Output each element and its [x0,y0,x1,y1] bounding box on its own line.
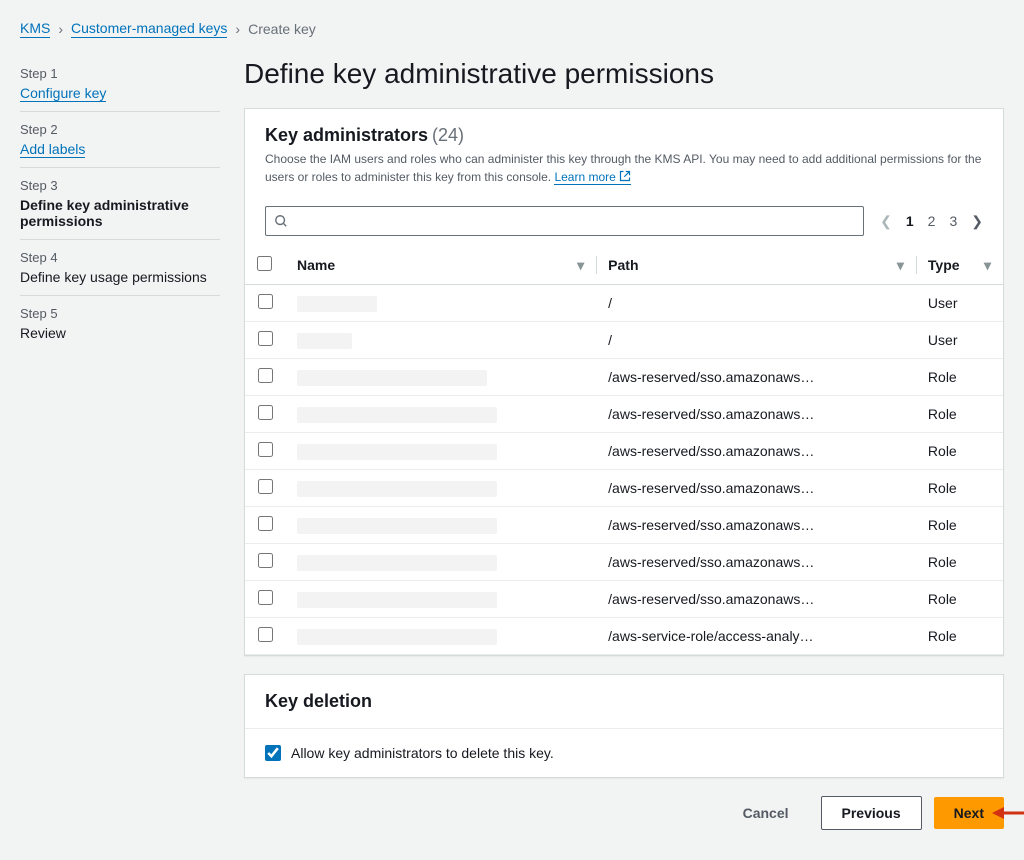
row-path: /aws-reserved/sso.amazonaws… [596,507,916,544]
row-type: Role [916,581,1003,618]
step-4-title: Define key usage permissions [20,269,220,285]
table-row: /aws-reserved/sso.amazonaws…Role [245,544,1003,581]
page-3[interactable]: 3 [949,213,957,229]
chevron-right-icon: › [235,21,240,37]
key-deletion-panel: Key deletion Allow key administrators to… [244,674,1004,778]
row-path: /aws-service-role/access-analy… [596,618,916,655]
breadcrumb: KMS › Customer-managed keys › Create key [20,10,1004,48]
row-type: Role [916,359,1003,396]
row-checkbox[interactable] [258,368,273,383]
step-5-label: Step 5 [20,306,220,321]
row-name-redacted [297,370,487,386]
row-type: Role [916,470,1003,507]
row-path: / [596,285,916,322]
row-checkbox[interactable] [258,405,273,420]
page-next[interactable]: ❯ [971,213,983,230]
table-row: /aws-reserved/sso.amazonaws…Role [245,396,1003,433]
step-3-title: Define key administrative permissions [20,197,220,229]
row-name-redacted [297,444,497,460]
breadcrumb-kms[interactable]: KMS [20,20,50,38]
table-row: /aws-reserved/sso.amazonaws…Role [245,433,1003,470]
panel-count: (24) [432,125,464,145]
row-name-redacted [297,407,497,423]
sort-icon: ▾ [897,257,904,274]
select-all-checkbox[interactable] [257,256,272,271]
row-name-redacted [297,481,497,497]
row-name-redacted [297,592,497,608]
row-path: /aws-reserved/sso.amazonaws… [596,544,916,581]
step-2-link[interactable]: Add labels [20,141,85,158]
pagination: ❮ 1 2 3 ❯ [880,213,983,230]
previous-button[interactable]: Previous [821,796,922,830]
row-checkbox[interactable] [258,627,273,642]
breadcrumb-current: Create key [248,21,316,37]
row-path: /aws-reserved/sso.amazonaws… [596,581,916,618]
page-prev[interactable]: ❮ [880,213,892,230]
key-administrators-panel: Key administrators (24) Choose the IAM u… [244,108,1004,656]
chevron-right-icon: › [58,21,63,37]
table-row: /aws-service-role/access-analy…Role [245,618,1003,655]
annotation-arrow-icon [992,803,1024,823]
row-type: Role [916,544,1003,581]
table-row: /aws-reserved/sso.amazonaws…Role [245,359,1003,396]
row-checkbox[interactable] [258,553,273,568]
row-type: Role [916,396,1003,433]
row-checkbox[interactable] [258,442,273,457]
page-2[interactable]: 2 [928,213,936,229]
sort-icon: ▾ [984,257,991,274]
row-path: /aws-reserved/sso.amazonaws… [596,359,916,396]
key-deletion-title: Key deletion [265,691,983,712]
breadcrumb-cmk[interactable]: Customer-managed keys [71,20,227,38]
search-icon [274,214,288,228]
page-title: Define key administrative permissions [244,58,1004,90]
step-4-label: Step 4 [20,250,220,265]
row-name-redacted [297,296,377,312]
learn-more-link[interactable]: Learn more [554,170,631,185]
step-1-label: Step 1 [20,66,220,81]
panel-title: Key administrators [265,125,428,145]
row-name-redacted [297,555,497,571]
allow-delete-checkbox[interactable] [265,745,281,761]
col-path[interactable]: Path▾ [596,246,916,285]
row-path: /aws-reserved/sso.amazonaws… [596,396,916,433]
table-row: /aws-reserved/sso.amazonaws…Role [245,470,1003,507]
table-row: /User [245,285,1003,322]
step-2-label: Step 2 [20,122,220,137]
wizard-steps-sidebar: Step 1 Configure key Step 2 Add labels S… [20,56,220,830]
step-5-title: Review [20,325,220,341]
external-link-icon [619,170,631,182]
row-path: /aws-reserved/sso.amazonaws… [596,433,916,470]
col-name[interactable]: Name▾ [285,246,596,285]
administrators-table: Name▾ Path▾ Type▾ /User/User/aws-reserve… [245,246,1003,655]
row-checkbox[interactable] [258,331,273,346]
row-name-redacted [297,629,497,645]
col-type[interactable]: Type▾ [916,246,1003,285]
row-path: / [596,322,916,359]
page-1[interactable]: 1 [906,213,914,229]
row-checkbox[interactable] [258,479,273,494]
row-type: User [916,322,1003,359]
search-input[interactable] [296,213,855,229]
row-type: Role [916,618,1003,655]
row-checkbox[interactable] [258,590,273,605]
row-type: User [916,285,1003,322]
step-1-link[interactable]: Configure key [20,85,106,102]
row-type: Role [916,433,1003,470]
table-row: /User [245,322,1003,359]
row-type: Role [916,507,1003,544]
table-row: /aws-reserved/sso.amazonaws…Role [245,581,1003,618]
table-row: /aws-reserved/sso.amazonaws…Role [245,507,1003,544]
step-3-label: Step 3 [20,178,220,193]
search-input-wrapper[interactable] [265,206,864,236]
footer-buttons: Cancel Previous Next [244,796,1004,830]
row-checkbox[interactable] [258,516,273,531]
row-name-redacted [297,518,497,534]
row-checkbox[interactable] [258,294,273,309]
row-name-redacted [297,333,352,349]
cancel-button[interactable]: Cancel [723,797,809,829]
allow-delete-label: Allow key administrators to delete this … [291,745,554,761]
sort-icon: ▾ [577,257,584,274]
row-path: /aws-reserved/sso.amazonaws… [596,470,916,507]
panel-description: Choose the IAM users and roles who can a… [265,150,983,186]
